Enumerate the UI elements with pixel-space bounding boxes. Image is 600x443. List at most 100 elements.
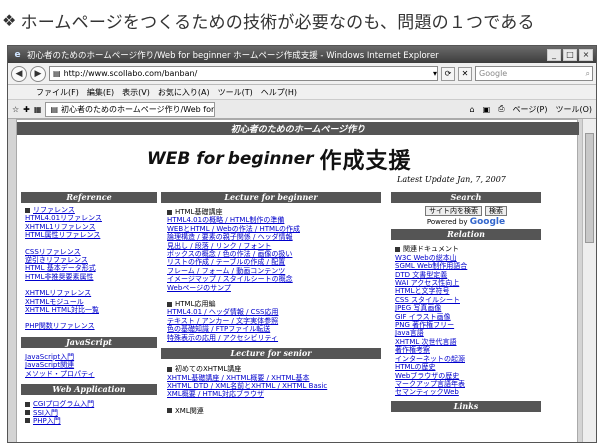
back-icon[interactable]: ◀ xyxy=(11,65,27,82)
latest-update: Latest Update Jan, 7, 2007 xyxy=(397,175,506,184)
links-heading: Links xyxy=(391,400,541,412)
link-html-deprecated[interactable]: HTML非推奨要素属性 xyxy=(25,273,157,281)
dropdown-icon[interactable]: ▾ xyxy=(433,69,437,78)
link-php[interactable]: PHP入門 xyxy=(33,417,61,425)
bullet-square-icon xyxy=(395,246,400,252)
logo-jp: 作成支援 xyxy=(319,149,412,174)
search-icon[interactable]: ⌕ xyxy=(586,69,590,79)
tab-label: 初心者のためのホームページ作り/Web for beginner ホ... xyxy=(61,104,215,114)
window-title: 初心者のためのホームページ作り/Web for beginner ホームページ作… xyxy=(27,50,439,61)
add-favorites-icon[interactable]: ✚ xyxy=(23,105,30,114)
site-logo[interactable]: WEB for beginner 作成支援 xyxy=(147,144,412,174)
site-search-button[interactable]: サイト内を検索 xyxy=(425,206,482,216)
xhtml-line[interactable]: XHTML基礎講座 / XHTML概要 / XHTML基本 xyxy=(167,374,381,382)
command-bar: ⌂ ▣ ⎙ ページ(P) ツール(O) xyxy=(470,104,593,115)
menu-favorites[interactable]: お気に入り(A) xyxy=(158,87,210,98)
scrollbar-thumb[interactable] xyxy=(585,133,594,243)
html-basic-line[interactable]: フレーム / フォーム / 動画コンテンツ xyxy=(167,267,381,275)
cgi-bullet: CGIプログラム入門 xyxy=(25,400,157,408)
caption-bullet-icon: ❖ xyxy=(2,10,17,30)
html-app-line[interactable]: HTML4.01 / ヘッダ情報 / CSS応用 xyxy=(167,308,381,316)
maximize-button[interactable]: □ xyxy=(563,48,577,61)
site-title: 初心者のためのホームページ作り xyxy=(17,122,579,135)
close-button[interactable]: × xyxy=(579,48,593,61)
html-basic-line[interactable]: 論理構造 / 要素の親子関係 / ヘッダ情報 xyxy=(167,233,381,241)
xhtml-bullet: 初めてのXHTML講座 xyxy=(167,365,381,373)
relation-link[interactable]: Java言語 xyxy=(395,329,541,337)
php-bullet: PHP入門 xyxy=(25,417,157,425)
relation-link[interactable]: インターネットの起源 xyxy=(395,355,541,363)
link-php-ref[interactable]: PHP関数リファレンス xyxy=(25,322,157,330)
left-column: Reference リファレンス HTML4.01リファレンス XHTML1リフ… xyxy=(21,192,157,425)
google-logo: Google xyxy=(469,217,506,227)
html-basic-line[interactable]: イメージマップ / スタイルシートの概念 xyxy=(167,275,381,283)
page-menu[interactable]: ページ(P) xyxy=(513,104,548,115)
html-basic-title: HTML基礎講座 xyxy=(175,208,223,216)
link-ssi[interactable]: SSI入門 xyxy=(33,409,58,417)
link-html401[interactable]: HTML4.01リファレンス xyxy=(25,214,157,222)
link-reference[interactable]: リファレンス xyxy=(33,206,75,214)
forward-icon[interactable]: ▶ xyxy=(30,65,46,82)
menu-file[interactable]: ファイル(F) xyxy=(36,87,79,98)
relation-link[interactable]: W3C Webの総本山 xyxy=(395,254,541,262)
web-page: 初心者のためのホームページ作り WEB for beginner 作成支援 La… xyxy=(16,119,579,442)
menu-bar: ファイル(F) 編集(E) 表示(V) お気に入り(A) ツール(T) ヘルプ(… xyxy=(8,85,596,100)
html-basic-line[interactable]: リストの作成 / テーブルの作成 / 配置 xyxy=(167,258,381,266)
vertical-scrollbar[interactable] xyxy=(582,119,596,442)
tools-menu[interactable]: ツール(O) xyxy=(555,104,592,115)
right-column: Search サイト内を検索 検索 Powered by Google Rela… xyxy=(391,192,541,412)
stop-icon[interactable]: ✕ xyxy=(458,66,472,81)
favorites-star-icon[interactable]: ☆ xyxy=(12,105,19,114)
menu-view[interactable]: 表示(V) xyxy=(122,87,150,98)
link-js-methods[interactable]: メソッド・プロパティ xyxy=(25,370,157,378)
relation-link[interactable]: CSS スタイルシート xyxy=(395,296,541,304)
link-xhtml-ref[interactable]: XHTMLリファレンス xyxy=(25,289,157,297)
feeds-icon[interactable]: ▣ xyxy=(483,105,491,114)
html-basic-line[interactable]: Webページのサンプ xyxy=(167,284,381,292)
relation-link[interactable]: GIF イラスト画像 xyxy=(395,313,541,321)
relation-link[interactable]: HTMLと文字符号 xyxy=(395,287,541,295)
relation-link[interactable]: 著作権考察 xyxy=(395,346,541,354)
link-xhtml-module[interactable]: XHTMLモジュール xyxy=(25,298,157,306)
link-xhtml-html-compare[interactable]: XHTML HTML対比一覧 xyxy=(25,306,157,314)
minimize-button[interactable]: _ xyxy=(547,48,561,61)
html-basic-line[interactable]: 見出し / 段落 / リンク / フォント xyxy=(167,242,381,250)
xhtml-line[interactable]: XML概要 / HTML対応ブラウザ xyxy=(167,390,381,398)
menu-help[interactable]: ヘルプ(H) xyxy=(261,87,297,98)
bullet-square-icon xyxy=(167,209,172,215)
relation-link[interactable]: HTMLの歴史 xyxy=(395,363,541,371)
relation-link[interactable]: JPEG 写真画像 xyxy=(395,304,541,312)
link-cgi[interactable]: CGIプログラム入門 xyxy=(33,400,94,408)
relation-link[interactable]: DTD 文書型定義 xyxy=(395,271,541,279)
search-button[interactable]: 検索 xyxy=(485,206,507,216)
link-js-related[interactable]: JavaScript関連 xyxy=(25,361,157,369)
menu-edit[interactable]: 編集(E) xyxy=(87,87,114,98)
bullet-square-icon xyxy=(25,410,30,415)
active-tab[interactable]: ▤ 初心者のためのホームページ作り/Web for beginner ホ... xyxy=(45,101,216,117)
relation-link[interactable]: セマンティックWeb xyxy=(395,388,541,396)
ie-logo-icon: e xyxy=(14,49,21,60)
xml-title: XML関連 xyxy=(175,406,204,415)
html-basic-line[interactable]: WEBとHTML / Webの作法 / HTMLの作成 xyxy=(167,225,381,233)
quick-tabs-icon[interactable]: ▦ xyxy=(34,105,42,114)
url-text[interactable]: http://www.scollabo.com/banban/ xyxy=(64,69,430,78)
link-css-ref[interactable]: CSSリファレンス xyxy=(25,248,157,256)
refresh-icon[interactable]: ⟳ xyxy=(441,66,455,81)
center-column: Lecture for beginner HTML基礎講座 HTML4.01の概… xyxy=(161,192,381,415)
search-input[interactable]: Google ⌕ xyxy=(475,66,593,81)
reference-heading: Reference xyxy=(21,192,157,203)
print-icon[interactable]: ⎙ xyxy=(498,104,504,114)
relation-link[interactable]: Webブラウザの歴史 xyxy=(395,372,541,380)
relation-link[interactable]: マークアップ言語年表 xyxy=(395,380,541,388)
html-basic-line[interactable]: HTML4.01の概略 / HTML制作の準備 xyxy=(167,216,381,224)
link-html-attr[interactable]: HTML属性リファレンス xyxy=(25,231,157,239)
menu-tools[interactable]: ツール(T) xyxy=(218,87,253,98)
link-html-datatype[interactable]: HTML 基本データ形式 xyxy=(25,264,157,272)
address-field[interactable]: ▤ http://www.scollabo.com/banban/ ▾ xyxy=(49,66,438,81)
html-app-line[interactable]: 特殊表示の応用 / アクセシビリティ xyxy=(167,334,381,342)
relation-link[interactable]: SGML Web制作用語合 xyxy=(395,262,541,270)
bullet-square-icon xyxy=(25,418,30,424)
link-xhtml1[interactable]: XHTML1リファレンス xyxy=(25,223,157,231)
home-icon[interactable]: ⌂ xyxy=(470,105,475,114)
html-app-line[interactable]: 色の基礎知識 / FTPファイル転送 xyxy=(167,325,381,333)
